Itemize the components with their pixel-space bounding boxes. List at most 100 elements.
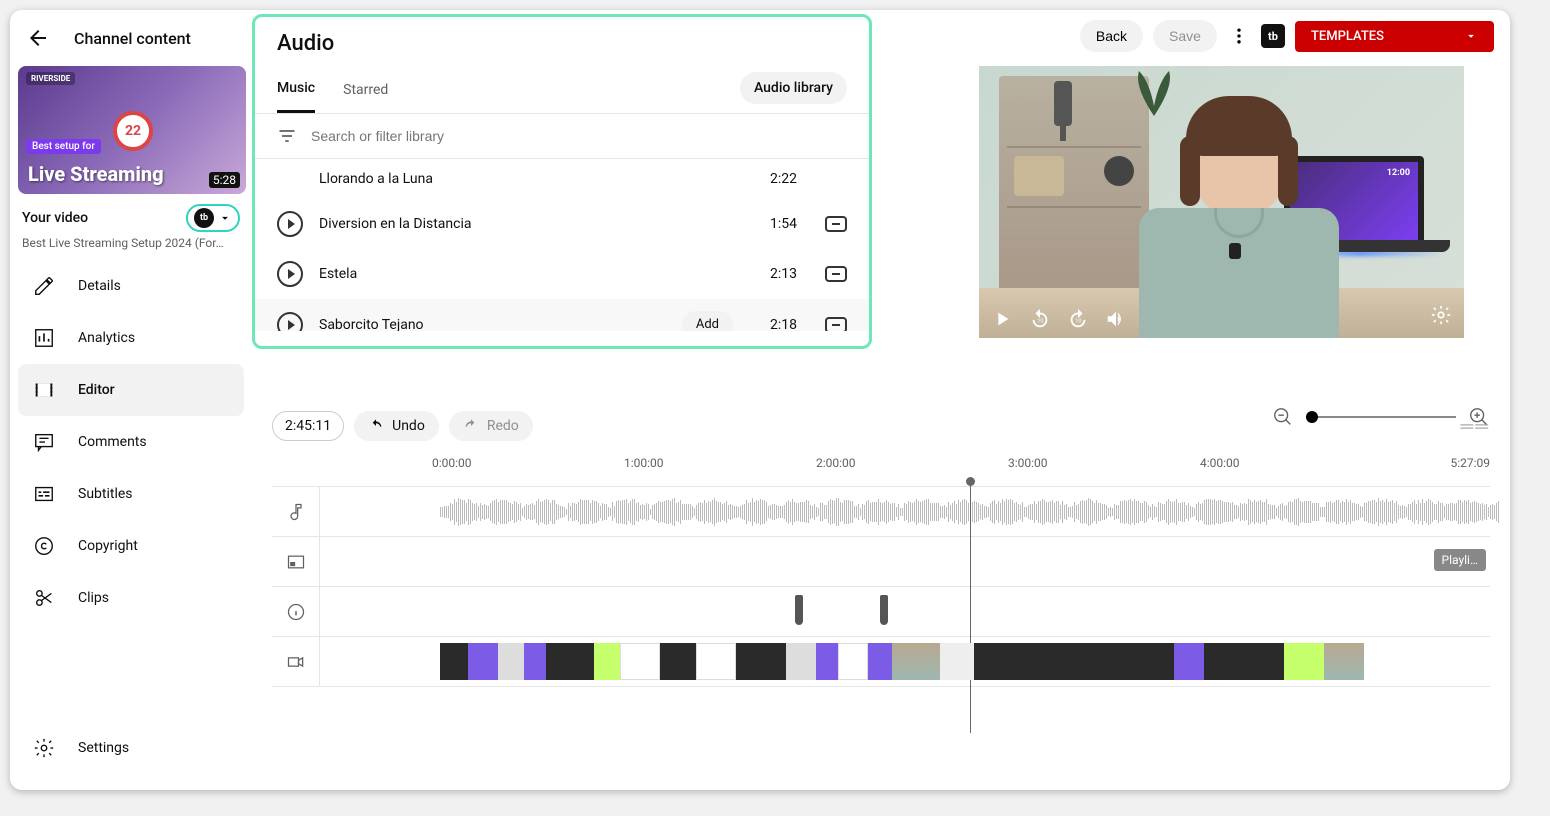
sidebar-label: Details (78, 278, 121, 294)
music-note-icon[interactable] (272, 487, 320, 536)
track-duration: 2:13 (761, 266, 797, 282)
chevron-down-icon (1464, 29, 1478, 43)
timeline: 2:45:11 Undo Redo ══ 0:00:00 1:00:00 2:0… (272, 406, 1490, 746)
thumb-badge: Best setup for (26, 139, 101, 154)
video-preview: 12:00 10 10 (979, 66, 1464, 338)
thumb-count-badge: 22 (113, 111, 153, 151)
search-input[interactable] (311, 128, 847, 144)
sidebar-item-subtitles[interactable]: Subtitles (18, 468, 244, 520)
undo-label: Undo (392, 418, 425, 434)
svg-text:10: 10 (1037, 319, 1043, 325)
clips-icon (32, 586, 56, 610)
more-icon[interactable] (1227, 24, 1251, 48)
forward-10-icon[interactable]: 10 (1067, 308, 1089, 330)
video-track[interactable] (272, 637, 1490, 687)
editor-icon (32, 378, 56, 402)
gear-icon (32, 736, 56, 760)
filter-icon[interactable] (277, 126, 297, 146)
play-icon[interactable] (991, 308, 1013, 330)
play-icon[interactable] (277, 211, 303, 237)
zoom-out-icon[interactable] (1272, 406, 1294, 428)
undo-button[interactable]: Undo (354, 411, 439, 441)
track-row[interactable]: Llorando a la Luna 2:22 (255, 159, 869, 199)
timeline-ruler[interactable]: 0:00:00 1:00:00 2:00:00 3:00:00 4:00:00 … (272, 456, 1490, 480)
pencil-icon (32, 274, 56, 298)
zoom-slider[interactable] (1306, 416, 1456, 418)
video-thumbnail[interactable]: RIVERSIDE 22 Best setup for Live Streami… (18, 66, 246, 194)
sidebar-label: Subtitles (78, 486, 133, 502)
audio-panel-title: Audio (255, 17, 869, 64)
timeline-timecode[interactable]: 2:45:11 (272, 411, 344, 441)
track-name: Llorando a la Luna (319, 171, 745, 187)
ruler-tick: 5:27:09 (1450, 456, 1490, 470)
info-marker[interactable] (880, 595, 888, 625)
tubebuddy-dropdown[interactable]: tb (186, 204, 240, 232)
add-track-button[interactable]: Add (682, 311, 733, 331)
audio-library-button[interactable]: Audio library (740, 72, 847, 104)
sidebar-label: Copyright (78, 538, 138, 554)
info-track[interactable] (272, 587, 1490, 637)
zoom-in-icon[interactable] (1468, 406, 1490, 428)
back-button[interactable]: Back (1080, 20, 1143, 52)
track-duration: 2:22 (761, 171, 797, 187)
tubebuddy-pill-icon: tb (194, 208, 214, 228)
play-icon[interactable] (277, 312, 303, 332)
add-to-video-icon[interactable] (825, 216, 847, 232)
rewind-10-icon[interactable]: 10 (1029, 308, 1051, 330)
analytics-icon (32, 326, 56, 350)
track-name: Estela (319, 266, 745, 282)
sidebar-item-details[interactable]: Details (18, 260, 244, 312)
info-icon[interactable] (272, 587, 320, 636)
tab-music[interactable]: Music (277, 70, 315, 113)
copyright-icon (32, 534, 56, 558)
save-button[interactable]: Save (1153, 20, 1217, 52)
add-to-video-icon[interactable] (825, 317, 847, 332)
sidebar-label: Clips (78, 590, 109, 606)
thumb-overlay-text: Live Streaming (28, 162, 164, 186)
redo-button[interactable]: Redo (449, 411, 533, 441)
audio-track[interactable] (272, 487, 1490, 537)
preview-viewport[interactable]: 12:00 10 10 (979, 66, 1464, 338)
filmstrip[interactable] (440, 643, 1490, 680)
ruler-tick: 1:00:00 (624, 456, 664, 470)
track-row[interactable]: Diversion en la Distancia 1:54 (255, 199, 869, 249)
video-title: Best Live Streaming Setup 2024 (For… (18, 234, 244, 260)
thumb-duration: 5:28 (209, 172, 240, 188)
redo-label: Redo (487, 418, 519, 434)
ruler-tick: 3:00:00 (1008, 456, 1048, 470)
sidebar-item-settings[interactable]: Settings (18, 722, 246, 774)
gear-icon[interactable] (1430, 304, 1452, 326)
track-name: Saborcito Tejano (319, 317, 666, 332)
thumb-brand-label: RIVERSIDE (26, 72, 75, 85)
chevron-down-icon (218, 211, 232, 225)
sidebar-label: Comments (78, 434, 147, 450)
audio-library-panel: Audio Music Starred Audio library Lloran… (252, 14, 872, 349)
endscreen-track[interactable]: Playli… (272, 537, 1490, 587)
track-duration: 1:54 (761, 216, 797, 232)
track-row[interactable]: Saborcito Tejano Add 2:18 (255, 299, 869, 331)
add-to-video-icon[interactable] (825, 266, 847, 282)
ruler-tick: 2:00:00 (816, 456, 856, 470)
info-marker[interactable] (795, 595, 803, 625)
sidebar-item-copyright[interactable]: Copyright (18, 520, 244, 572)
sidebar-item-clips[interactable]: Clips (18, 572, 244, 624)
sidebar-item-editor[interactable]: Editor (18, 364, 244, 416)
templates-button[interactable]: TEMPLATES (1295, 21, 1494, 52)
ruler-tick: 4:00:00 (1200, 456, 1240, 470)
ruler-tick: 0:00:00 (432, 456, 472, 470)
your-video-label: Your video (22, 210, 88, 226)
laptop-clock: 12:00 (1387, 168, 1410, 178)
tab-starred[interactable]: Starred (343, 72, 388, 112)
video-icon[interactable] (272, 637, 320, 686)
back-arrow-icon[interactable] (26, 26, 50, 50)
track-name: Diversion en la Distancia (319, 216, 745, 232)
play-icon[interactable] (277, 261, 303, 287)
playlist-endscreen-tag[interactable]: Playli… (1434, 549, 1486, 571)
tubebuddy-logo-icon[interactable]: tb (1261, 24, 1285, 48)
sidebar-item-analytics[interactable]: Analytics (18, 312, 244, 364)
volume-icon[interactable] (1105, 308, 1127, 330)
sidebar-item-comments[interactable]: Comments (18, 416, 244, 468)
track-row[interactable]: Estela 2:13 (255, 249, 869, 299)
redo-icon (463, 418, 479, 434)
endscreen-icon[interactable] (272, 537, 320, 586)
